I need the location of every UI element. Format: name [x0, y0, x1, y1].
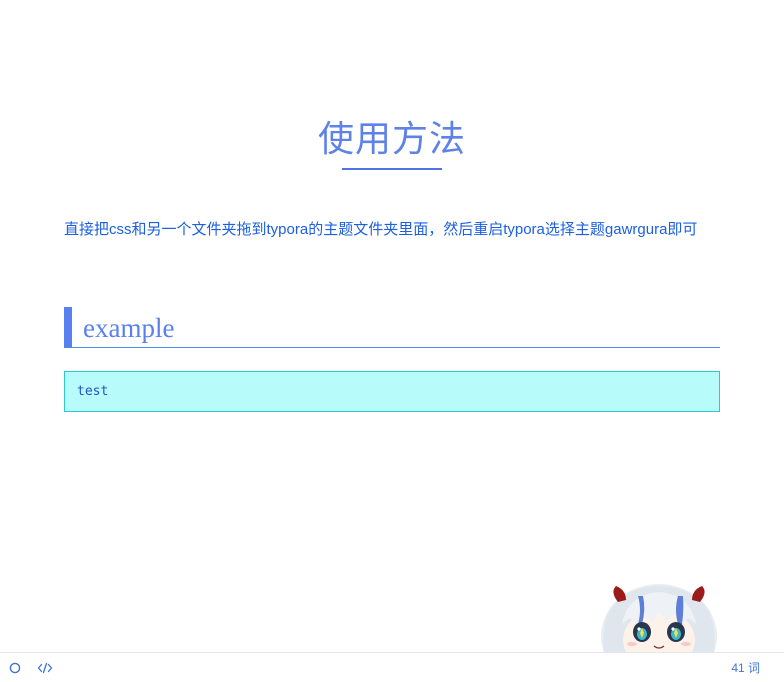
- outline-toggle-button[interactable]: [6, 660, 24, 676]
- word-count[interactable]: 41 词: [731, 660, 760, 676]
- page-title: 使用方法: [317, 119, 466, 160]
- title-underline: [342, 168, 442, 170]
- editor-window: 使用方法 直接把css和另一个文件夹拖到typora的主题文件夹里面，然后重启t…: [0, 0, 784, 682]
- heading-2-text: example: [83, 313, 175, 343]
- code-icon: [37, 662, 53, 674]
- heading-2: example: [64, 306, 720, 348]
- status-bar: 41 词: [0, 652, 784, 682]
- mascot-image: [601, 584, 717, 652]
- source-mode-button[interactable]: [36, 660, 54, 676]
- paragraph: 直接把css和另一个文件夹拖到typora的主题文件夹里面，然后重启typora…: [64, 221, 698, 238]
- code-block-text: test: [77, 384, 109, 399]
- circle-icon: [9, 662, 21, 674]
- code-block[interactable]: test: [64, 371, 720, 412]
- heading-accent-bar: [64, 307, 72, 347]
